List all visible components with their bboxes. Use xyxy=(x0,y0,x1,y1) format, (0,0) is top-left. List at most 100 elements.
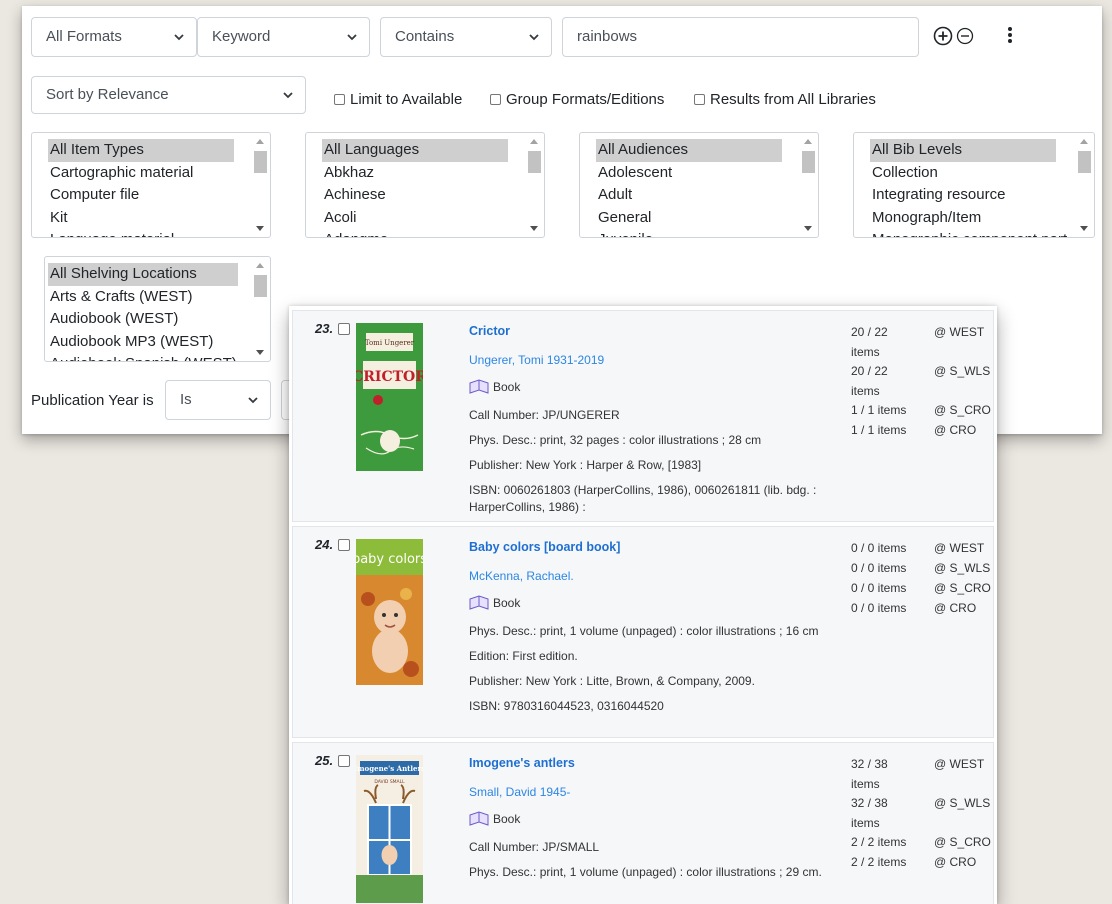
list-option[interactable]: Audiobook (WEST) xyxy=(48,308,234,331)
list-option[interactable]: Audiobook Spanish (WEST) xyxy=(48,353,237,361)
checkbox-box[interactable] xyxy=(490,94,501,105)
holding-count: 2 / 2 items xyxy=(851,835,907,849)
list-option[interactable]: General xyxy=(596,207,782,230)
holding-count: 32 / 38 items xyxy=(851,757,888,791)
languages-listbox[interactable]: All Languages Abkhaz Achinese Acoli Adan… xyxy=(305,132,545,238)
list-option[interactable]: Adolescent xyxy=(596,162,782,185)
all-libraries-checkbox[interactable]: Results from All Libraries xyxy=(694,91,876,108)
result-author-link[interactable]: Ungerer, Tomi 1931-2019 xyxy=(469,352,839,368)
list-option[interactable]: Collection xyxy=(870,162,1056,185)
shelving-locations-listbox[interactable]: All Shelving Locations Arts & Crafts (WE… xyxy=(44,256,271,362)
list-option[interactable]: Acoli xyxy=(322,207,508,230)
result-author-link[interactable]: Small, David 1945- xyxy=(469,784,839,800)
scrollbar[interactable] xyxy=(253,259,268,359)
checkbox-box[interactable] xyxy=(334,94,345,105)
holding-row: 20 / 22 items @ S_WLS xyxy=(839,360,990,399)
item-types-listbox[interactable]: All Item Types Cartographic material Com… xyxy=(31,132,271,238)
list-option[interactable]: Achinese xyxy=(322,184,508,207)
result-number: 24. xyxy=(315,537,334,552)
search-results-panel: 23. Tomi Ungerer CRICTOR Crictor Ungerer… xyxy=(289,306,997,904)
result-title-link[interactable]: Imogene's antlers xyxy=(469,755,839,771)
search-input[interactable]: rainbows xyxy=(562,17,919,57)
result-title-link[interactable]: Baby colors [board book] xyxy=(469,539,839,555)
limit-available-checkbox[interactable]: Limit to Available xyxy=(334,91,462,108)
list-option[interactable]: Abkhaz xyxy=(322,162,508,185)
edition: Edition: First edition. xyxy=(469,649,578,663)
audiences-listbox[interactable]: All Audiences Adolescent Adult General J… xyxy=(579,132,819,238)
remove-row-icon[interactable] xyxy=(955,26,975,46)
holding-count: 0 / 0 items xyxy=(851,601,907,615)
operator-select[interactable]: Contains xyxy=(380,17,552,57)
cover-author-text: Tomi Ungerer xyxy=(365,339,415,347)
holding-location: @ WEST xyxy=(934,325,985,339)
holding-row: 0 / 0 items @ S_WLS xyxy=(839,557,990,577)
holding-location: @ WEST xyxy=(934,541,985,555)
format-select-value: All Formats xyxy=(46,28,122,45)
result-select-checkbox[interactable] xyxy=(338,539,350,551)
call-number: Call Number: JP/UNGERER xyxy=(469,408,620,422)
search-input-value: rainbows xyxy=(577,28,638,45)
list-option[interactable]: Adult xyxy=(596,184,782,207)
more-options-icon[interactable] xyxy=(1002,24,1018,46)
format-select[interactable]: All Formats xyxy=(31,17,197,57)
list-option[interactable]: Arts & Crafts (WEST) xyxy=(48,286,234,309)
isbn: ISBN: 9780316044523, 0316044520 xyxy=(469,699,664,713)
holding-row: 0 / 0 items @ WEST xyxy=(839,537,989,557)
cover-author-text: DAVID SMALL xyxy=(374,779,405,785)
holding-count: 20 / 22 items xyxy=(851,364,888,398)
holding-row: 20 / 22 items @ WEST xyxy=(839,321,989,360)
list-option[interactable]: All Languages xyxy=(322,139,508,162)
scrollbar[interactable] xyxy=(527,135,542,235)
list-option[interactable]: Juvenile xyxy=(596,229,782,237)
search-field-value: Keyword xyxy=(212,28,271,45)
result-title-link[interactable]: Crictor xyxy=(469,323,839,339)
publisher: Publisher: New York : Litte, Brown, & Co… xyxy=(469,674,755,688)
holding-count: 2 / 2 items xyxy=(851,855,907,869)
add-row-icon[interactable] xyxy=(932,25,954,47)
holding-location: @ S_WLS xyxy=(934,796,991,810)
book-icon xyxy=(469,379,489,395)
cover-image-baby-colors[interactable]: baby colors xyxy=(356,539,423,685)
search-field-select[interactable]: Keyword xyxy=(197,17,370,57)
list-option[interactable]: Computer file xyxy=(48,184,234,207)
holding-count: 20 / 22 items xyxy=(851,325,888,359)
list-option[interactable]: Audiobook MP3 (WEST) xyxy=(48,331,234,354)
list-option[interactable]: All Shelving Locations xyxy=(48,263,238,286)
result-info: Imogene's antlers Small, David 1945- Boo… xyxy=(469,755,839,889)
result-number: 23. xyxy=(315,321,334,336)
scrollbar[interactable] xyxy=(1077,135,1092,235)
list-option[interactable]: All Item Types xyxy=(48,139,234,162)
list-option[interactable]: Cartographic material xyxy=(48,162,234,185)
publisher: Publisher: New York : Harper & Row, [198… xyxy=(469,458,702,472)
result-select-checkbox[interactable] xyxy=(338,323,350,335)
list-option[interactable]: Adangme xyxy=(322,229,508,237)
sort-select[interactable]: Sort by Relevance xyxy=(31,76,306,114)
chevron-down-icon xyxy=(347,33,357,41)
cover-title-text: Imogene's Antlers xyxy=(356,764,423,773)
holding-row: 2 / 2 items @ S_CRO xyxy=(839,831,991,851)
holding-row: 0 / 0 items @ S_CRO xyxy=(839,577,991,597)
list-option[interactable]: Monographic component part xyxy=(870,229,1067,237)
result-author-link[interactable]: McKenna, Rachael. xyxy=(469,568,839,584)
list-option[interactable]: Language material xyxy=(48,229,234,237)
chevron-down-icon xyxy=(529,33,539,41)
format-label: Book xyxy=(493,596,521,610)
group-formats-checkbox[interactable]: Group Formats/Editions xyxy=(490,91,664,108)
list-option[interactable]: All Bib Levels xyxy=(870,139,1056,162)
scrollbar[interactable] xyxy=(253,135,268,235)
chevron-down-icon xyxy=(174,33,184,41)
result-select-checkbox[interactable] xyxy=(338,755,350,767)
list-option[interactable]: All Audiences xyxy=(596,139,782,162)
list-option[interactable]: Monograph/Item xyxy=(870,207,1056,230)
cover-image-imogenes-antlers[interactable]: Imogene's Antlers DAVID SMALL xyxy=(356,755,423,903)
bib-levels-listbox[interactable]: All Bib Levels Collection Integrating re… xyxy=(853,132,1095,238)
scrollbar[interactable] xyxy=(801,135,816,235)
result-info: Baby colors [board book] McKenna, Rachae… xyxy=(469,539,839,723)
publication-year-operator-select[interactable]: Is xyxy=(165,380,271,420)
format-label: Book xyxy=(493,812,521,826)
cover-title-text: baby colors xyxy=(356,552,423,567)
list-option[interactable]: Integrating resource xyxy=(870,184,1056,207)
cover-image-crictor[interactable]: Tomi Ungerer CRICTOR xyxy=(356,323,423,471)
list-option[interactable]: Kit xyxy=(48,207,234,230)
checkbox-box[interactable] xyxy=(694,94,705,105)
